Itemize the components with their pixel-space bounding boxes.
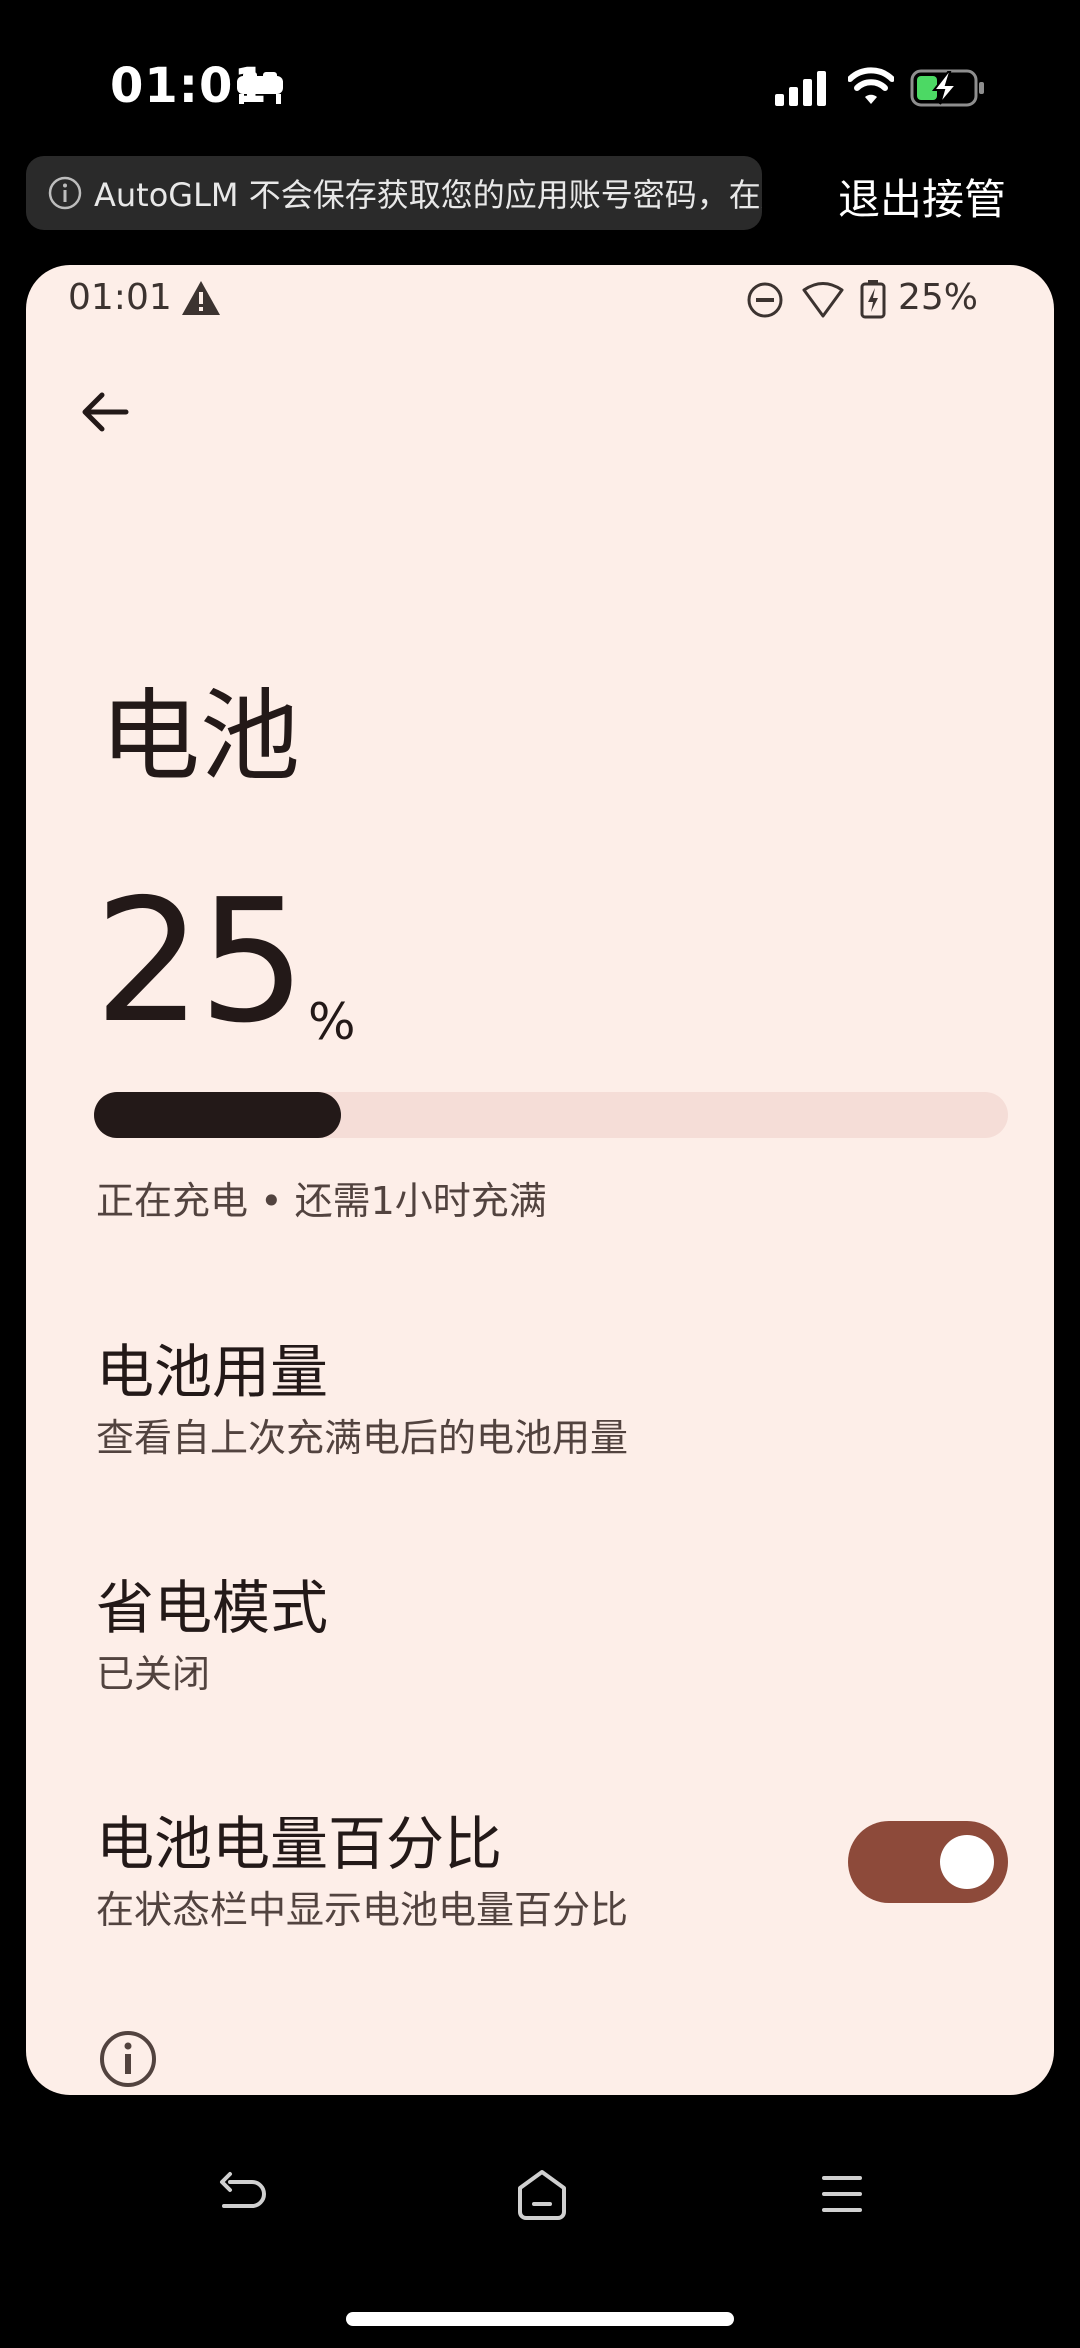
nav-back-icon[interactable] — [216, 2170, 268, 2220]
bed-icon — [237, 72, 283, 104]
wifi-icon — [802, 282, 844, 318]
info-icon — [100, 2031, 156, 2087]
battery-percentage-toggle[interactable] — [848, 1821, 1008, 1903]
battery-percent-value: 25 — [94, 863, 306, 1061]
overlay-notice: AutoGLM 不会保存获取您的应用账号密码，在用 — [26, 156, 762, 230]
setting-subtitle: 查看自上次充满电后的电池用量 — [96, 1416, 629, 1460]
exit-takeover-button[interactable]: 退出接管 — [838, 166, 1006, 227]
setting-subtitle: 在状态栏中显示电池电量百分比 — [96, 1888, 629, 1932]
setting-title: 电池电量百分比 — [96, 1810, 503, 1878]
android-status-time: 01:01 — [68, 277, 172, 318]
setting-title: 电池用量 — [96, 1338, 329, 1406]
toggle-knob — [940, 1835, 994, 1889]
charging-status: 正在充电 • 还需1小时充满 — [96, 1179, 547, 1223]
warning-icon — [182, 281, 220, 315]
android-battery-text: 25% — [898, 277, 979, 318]
nav-home-icon[interactable] — [514, 2166, 570, 2222]
info-icon — [48, 176, 82, 210]
battery-charging-icon — [860, 280, 886, 319]
home-indicator[interactable] — [346, 2312, 734, 2326]
signal-icon — [775, 71, 826, 106]
battery-percent-sign: % — [308, 993, 356, 1051]
notice-text: AutoGLM 不会保存获取您的应用账号密码，在用 — [94, 176, 762, 214]
page-title: 电池 — [100, 678, 300, 795]
battery-level-fill — [94, 1092, 341, 1138]
battery-charging-icon — [910, 69, 984, 107]
nav-menu-icon[interactable] — [818, 2172, 866, 2216]
setting-subtitle: 已关闭 — [96, 1652, 211, 1696]
setting-title: 省电模式 — [96, 1574, 329, 1642]
wifi-icon — [848, 67, 894, 104]
battery-level-bar — [94, 1092, 1008, 1138]
back-arrow-icon[interactable] — [74, 381, 136, 443]
android-screen: 01:01 25% 电池 25 % 正在充电 • 还需1小时充满 电池用量 查看… — [26, 265, 1054, 2095]
dnd-icon — [747, 282, 783, 318]
